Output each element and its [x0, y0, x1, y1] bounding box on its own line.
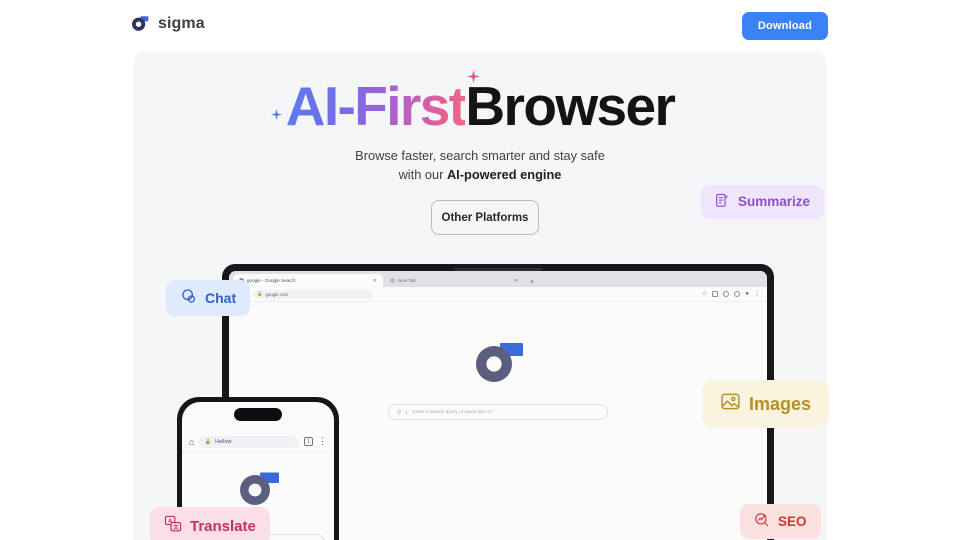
chat-bubbles-icon	[180, 288, 197, 308]
brand[interactable]: sigma	[130, 14, 205, 34]
history-icon[interactable]	[723, 291, 730, 297]
headline-black-text: Browser	[465, 75, 675, 137]
seo-chart-search-icon	[754, 512, 770, 531]
new-tab-button[interactable]: +	[525, 279, 539, 287]
headline-gradient-text: AI-First	[285, 75, 467, 137]
feature-pill-chat[interactable]: Chat	[166, 280, 251, 316]
picture-icon	[720, 391, 741, 417]
svg-text:文: 文	[173, 523, 179, 531]
page-title: AI-FirstBrowser	[133, 79, 827, 134]
close-icon[interactable]: ✕	[373, 278, 377, 284]
hero-subtitle-prefix: with our	[398, 167, 447, 182]
other-platforms-button[interactable]: Other Platforms	[431, 200, 539, 235]
document-sparkle-icon	[715, 193, 730, 211]
tab-favicon-icon	[390, 278, 395, 283]
browser-tab-inactive[interactable]: New Tab ✕	[384, 274, 524, 287]
hero-subtitle-bold: AI-powered engine	[446, 167, 562, 182]
feature-pill-translate[interactable]: A 文 Translate	[150, 507, 270, 540]
extensions-icon[interactable]	[712, 291, 719, 297]
search-icon: ⚲	[397, 409, 402, 416]
hero-subtitle-line-2: with our AI-powered engine	[133, 165, 827, 184]
phone-address-bar: ⌂ 🔒 Hellow 1 ⋮	[182, 432, 334, 452]
overflow-menu-icon[interactable]: ⋮	[318, 436, 327, 447]
close-icon[interactable]: ✕	[514, 278, 518, 284]
feature-pill-label: SEO	[778, 513, 807, 529]
avatar[interactable]: ●	[745, 291, 749, 297]
browser-tab-active[interactable]: google - Google Search ✕	[233, 274, 383, 287]
bookmark-star-icon[interactable]: ☆	[702, 291, 707, 297]
page-root: sigma Download AI-FirstBrowser Browse fa…	[0, 0, 960, 540]
overflow-menu-icon[interactable]: ⋮	[754, 291, 760, 297]
lock-icon: 🔒	[257, 291, 263, 296]
feature-pill-summarize[interactable]: Summarize	[701, 185, 825, 219]
dynamic-island	[234, 408, 282, 421]
sigma-ring-logo-icon	[470, 340, 526, 384]
browser-address-bar: ‹ ↻ 🔒 google.com ☆ ● ⋮	[229, 287, 767, 302]
sigma-ring-logo-icon	[235, 470, 281, 506]
feature-pill-seo[interactable]: SEO	[740, 504, 821, 539]
url-input[interactable]: 🔒 google.com	[253, 289, 374, 299]
feature-pill-label: Chat	[205, 290, 237, 306]
lock-icon: 🔒	[204, 438, 212, 445]
shield-icon[interactable]	[734, 291, 741, 297]
top-navigation-bar: sigma Download	[0, 0, 960, 52]
hero-subtitle: Browse faster, search smarter and stay s…	[133, 146, 827, 184]
browser-toolbar-actions: ☆ ● ⋮	[702, 291, 760, 297]
tab-count-button[interactable]: 1	[304, 437, 313, 446]
feature-pill-images[interactable]: Images	[702, 380, 830, 428]
brand-name: sigma	[158, 15, 205, 32]
hero-subtitle-line-1: Browse faster, search smarter and stay s…	[355, 148, 605, 163]
search-placeholder: Enter a search query or paste the url	[406, 409, 492, 415]
feature-pill-label: Images	[749, 394, 812, 414]
feature-pill-label: Translate	[190, 517, 256, 535]
feature-pill-label: Summarize	[738, 194, 811, 210]
search-input[interactable]: ⚲ Enter a search query or paste the url	[388, 404, 608, 420]
sigma-ring-logo-icon	[130, 14, 150, 34]
browser-tab-title: google - Google Search	[247, 278, 296, 283]
browser-tab-title: New Tab	[398, 278, 416, 283]
phone-url-text: Hellow	[215, 438, 232, 445]
download-button[interactable]: Download	[741, 12, 828, 40]
translate-icon: A 文	[164, 515, 182, 537]
phone-url-input[interactable]: 🔒 Hellow	[199, 435, 299, 448]
browser-tab-bar: google - Google Search ✕ New Tab ✕ +	[229, 271, 767, 287]
home-icon[interactable]: ⌂	[189, 437, 194, 447]
url-text: google.com	[265, 291, 289, 297]
